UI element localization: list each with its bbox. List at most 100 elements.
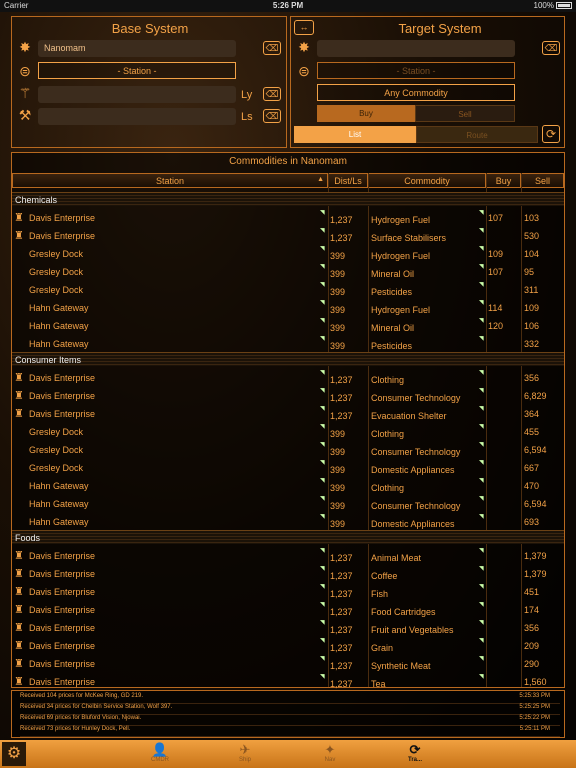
sell-toggle[interactable]: Sell — [415, 105, 515, 122]
distance-value: 399 — [330, 483, 346, 493]
station-name: Davis Enterprise — [29, 569, 96, 579]
table-row[interactable]: ♜ Davis Enterprise ◥ 1,237 Coffee ◥ 1,379 — [12, 564, 564, 582]
sell-price: 470 — [524, 481, 540, 491]
commodity-name: Hydrogen Fuel — [371, 215, 431, 225]
section-header: Chemicals — [12, 192, 564, 206]
base-system-title: Base System — [111, 21, 189, 36]
flag-icon: ◥ — [479, 318, 484, 324]
settings-gear-icon[interactable]: ⚙ — [2, 742, 26, 766]
buy-price: 107 — [488, 213, 504, 223]
sell-price: 1,379 — [524, 551, 547, 561]
commodity-name: Clothing — [371, 375, 405, 385]
star-icon: ✸ — [298, 39, 310, 55]
tab-trade[interactable]: ⟳ Tra... — [395, 742, 435, 763]
distance-value: 399 — [330, 519, 346, 529]
sell-price: 451 — [524, 587, 540, 597]
col-sell-header[interactable]: Sell — [521, 173, 564, 188]
flag-icon: ◥ — [320, 300, 325, 306]
table-row[interactable]: Gresley Dock ◥ 399 Hydrogen Fuel ◥ 109 104 — [12, 244, 564, 262]
commodity-select[interactable]: Any Commodity — [317, 84, 515, 101]
tab-nav[interactable]: ✦ Nav — [310, 742, 350, 763]
tab-ship[interactable]: ✈ Ship — [225, 742, 265, 763]
table-row[interactable]: Hahn Gateway ◥ 399 Pesticides ◥ 332 — [12, 334, 564, 352]
buy-toggle[interactable]: Buy — [317, 105, 415, 122]
station-building-icon: ♜ — [14, 568, 24, 580]
flag-icon: ◥ — [479, 210, 484, 216]
target-system-input[interactable] — [317, 40, 515, 57]
flag-icon: ◥ — [320, 496, 325, 502]
tab-label: Nav — [324, 757, 336, 763]
log-text: Received 69 prices for Bluford Vision, N… — [20, 715, 142, 721]
clock: 5:26 PM — [272, 1, 304, 10]
table-row[interactable]: Hahn Gateway ◥ 399 Domestic Appliances ◥ 693 — [12, 512, 564, 530]
clear-base-system-button[interactable]: ⌫ — [263, 41, 281, 55]
sell-price: 104 — [524, 249, 540, 259]
table-row[interactable]: ♜ Davis Enterprise ◥ 1,237 Clothing ◥ 356 — [12, 368, 564, 386]
table-row[interactable]: ♜ Davis Enterprise ◥ 1,237 Fish ◥ 451 — [12, 582, 564, 600]
route-tab[interactable]: Route — [416, 126, 538, 143]
table-row[interactable]: ♜ Davis Enterprise ◥ 1,237 Tea ◥ 1,560 — [12, 672, 564, 690]
distance-value: 399 — [330, 323, 346, 333]
clear-ls-button[interactable]: ⌫ — [263, 109, 281, 123]
flag-icon: ◥ — [320, 228, 325, 234]
station-name: Davis Enterprise — [29, 409, 96, 419]
commodity-name: Domestic Appliances — [371, 465, 455, 475]
distance-ly-input[interactable] — [38, 86, 236, 103]
refresh-button[interactable]: ⟳ — [542, 125, 560, 143]
table-row[interactable]: Gresley Dock ◥ 399 Clothing ◥ 455 — [12, 422, 564, 440]
clear-ly-button[interactable]: ⌫ — [263, 87, 281, 101]
status-bar: Carrier 5:26 PM 100% — [0, 0, 576, 12]
table-row[interactable]: ♜ Davis Enterprise ◥ 1,237 Hydrogen Fuel ◥ 107… — [12, 208, 564, 226]
target-station-select[interactable]: - Station - — [317, 62, 515, 79]
table-row[interactable]: Hahn Gateway ◥ 399 Hydrogen Fuel ◥ 114 109 — [12, 298, 564, 316]
table-row[interactable]: Gresley Dock ◥ 399 Domestic Appliances ◥ 667 — [12, 458, 564, 476]
col-buy-header[interactable]: Buy — [486, 173, 521, 188]
sell-price: 6,594 — [524, 499, 547, 509]
table-row[interactable]: ♜ Davis Enterprise ◥ 1,237 Synthetic Meat ◥ 29… — [12, 654, 564, 672]
col-commodity-header[interactable]: Commodity — [368, 173, 486, 188]
station-name: Davis Enterprise — [29, 587, 96, 597]
table-row[interactable]: Gresley Dock ◥ 399 Pesticides ◥ 311 — [12, 280, 564, 298]
sell-price: 693 — [524, 517, 540, 527]
log-time: 5:25:25 PM — [519, 704, 550, 710]
table-row[interactable]: ♜ Davis Enterprise ◥ 1,237 Grain ◥ 209 — [12, 636, 564, 654]
commodity-name: Pesticides — [371, 341, 413, 351]
table-row[interactable]: ♜ Davis Enterprise ◥ 1,237 Consumer Technolo… — [12, 386, 564, 404]
table-row[interactable]: ♜ Davis Enterprise ◥ 1,237 Surface Stabilise… — [12, 226, 564, 244]
flag-icon: ◥ — [320, 210, 325, 216]
sell-price: 356 — [524, 623, 540, 633]
distance-value: 1,237 — [330, 553, 353, 563]
base-station-select[interactable]: - Station - — [38, 62, 236, 79]
buy-price: 109 — [488, 249, 504, 259]
clear-target-system-button[interactable]: ⌫ — [542, 41, 560, 55]
table-row[interactable]: ♜ Davis Enterprise ◥ 1,237 Fruit and Vegetab… — [12, 618, 564, 636]
table-row[interactable]: Hahn Gateway ◥ 399 Mineral Oil ◥ 120 106 — [12, 316, 564, 334]
commodity-name: Food Cartridges — [371, 607, 436, 617]
distance-ls-input[interactable] — [38, 108, 236, 125]
sell-price: 209 — [524, 641, 540, 651]
distance-value: 1,237 — [330, 643, 353, 653]
station-icon: ⊜ — [19, 63, 31, 79]
table-row[interactable]: Hahn Gateway ◥ 399 Clothing ◥ 470 — [12, 476, 564, 494]
table-row[interactable]: Gresley Dock ◥ 399 Consumer Technology ◥ 6,59… — [12, 440, 564, 458]
col-dist-header[interactable]: Dist/Ls — [328, 173, 368, 188]
table-row[interactable]: Hahn Gateway ◥ 399 Consumer Technology ◥ 6,59… — [12, 494, 564, 512]
cmdr-icon: 👤 — [151, 742, 169, 757]
log-entry: Received 104 prices for McKee Ring, GD 2… — [20, 693, 560, 704]
base-system-input[interactable]: Nanomam — [38, 40, 236, 57]
log-entry: Received 34 prices for Chelbin Service S… — [20, 704, 560, 715]
table-row[interactable]: ♜ Davis Enterprise ◥ 1,237 Food Cartridges ◥ 1… — [12, 600, 564, 618]
log-text: Received 34 prices for Chelbin Service S… — [20, 704, 173, 710]
sell-price: 1,560 — [524, 677, 547, 687]
flag-icon: ◥ — [320, 388, 325, 394]
tab-cmdr[interactable]: 👤 CMDR — [140, 742, 180, 763]
table-row[interactable]: ♜ Davis Enterprise ◥ 1,237 Animal Meat ◥ 1,379 — [12, 546, 564, 564]
flag-icon: ◥ — [320, 620, 325, 626]
distance-value: 1,237 — [330, 679, 353, 689]
distance-value: 399 — [330, 341, 346, 351]
list-tab[interactable]: List — [294, 126, 416, 143]
table-row[interactable]: ♜ Davis Enterprise ◥ 1,237 Evacuation Shelte… — [12, 404, 564, 422]
sell-price: 6,829 — [524, 391, 547, 401]
table-row[interactable]: Gresley Dock ◥ 399 Mineral Oil ◥ 107 95 — [12, 262, 564, 280]
col-station-header[interactable]: Station ▲ — [12, 173, 328, 188]
